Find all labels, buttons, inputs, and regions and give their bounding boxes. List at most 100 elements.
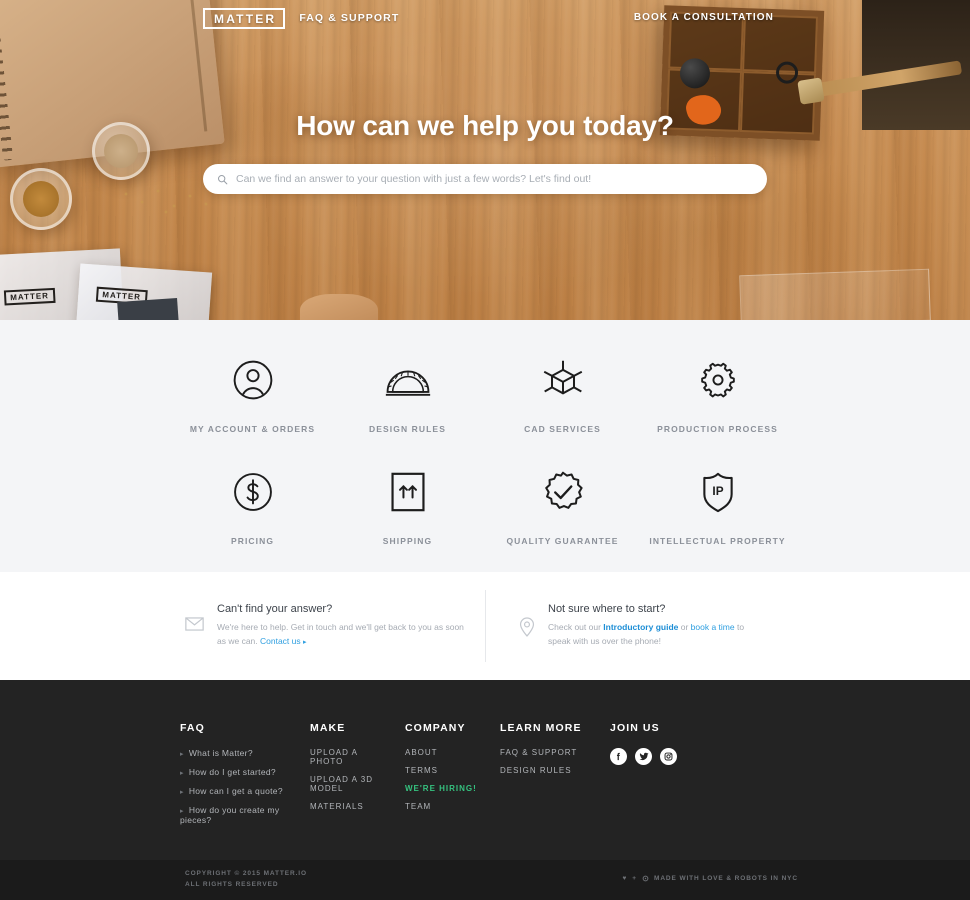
help-panel-text: Not sure where to start? Check out our I… [548, 603, 769, 649]
footer-column-make: MAKE UPLOAD A PHOTO UPLOAD A 3D MODEL MA… [310, 722, 405, 834]
footer-heading: COMPANY [405, 722, 466, 734]
footer: FAQ ▸ What is Matter? ▸ How do I get start… [0, 680, 970, 860]
footer-link[interactable]: ▸ How do you create my pieces? [180, 805, 288, 825]
search-input[interactable] [236, 173, 753, 185]
category-production-process[interactable]: PRODUCTION PROCESS [640, 352, 795, 434]
protractor-icon [330, 352, 485, 408]
contact-us-link[interactable]: Contact us [260, 636, 301, 646]
help-panel-text: Can't find your answer? We're here to he… [217, 603, 469, 649]
help-panel-getting-started: Not sure where to start? Check out our I… [485, 603, 785, 649]
footer-link-label: How do I get started? [188, 767, 276, 777]
twitter-icon[interactable] [635, 748, 652, 765]
photo-prop-hand [300, 294, 378, 320]
gear-icon [642, 875, 649, 882]
link-caret: ▸ [303, 639, 307, 647]
search-icon [217, 174, 228, 184]
footer-columns: FAQ ▸ What is Matter? ▸ How do I get start… [180, 680, 790, 834]
category-label: PRODUCTION PROCESS [657, 424, 778, 434]
footer-heading: JOIN US [610, 722, 660, 734]
social-links [610, 748, 698, 765]
category-label: INTELLECTUAL PROPERTY [649, 536, 786, 546]
footer-link-hiring[interactable]: WE'RE HIRING! [405, 784, 478, 793]
footer-link[interactable]: TEAM [405, 802, 478, 811]
category-label: PRICING [230, 536, 275, 546]
caret-icon: ▸ [180, 789, 184, 796]
hero-content: How can we help you today? [0, 110, 970, 194]
category-label: MY ACCOUNT & ORDERS [189, 424, 316, 434]
footer-link-label: How can I get a quote? [188, 786, 283, 796]
instagram-icon[interactable] [660, 748, 677, 765]
category-grid: MY ACCOUNT & ORDERS DESIGN RULES CAD SER… [175, 352, 795, 546]
cube-3d-icon [485, 352, 640, 408]
made-with-text: MADE WITH LOVE & ROBOTS IN NYC [654, 875, 798, 882]
footer-link[interactable]: UPLOAD A PHOTO [310, 748, 383, 766]
bag-logo-label: MATTER [3, 287, 56, 306]
photo-prop-dark-object [117, 297, 179, 320]
category-label: DESIGN RULES [369, 424, 446, 434]
help-body-text: Check out our [548, 622, 604, 633]
footer-heading: FAQ [180, 722, 205, 734]
footer-link[interactable]: FAQ & SUPPORT [500, 748, 588, 757]
dollar-circle-icon [175, 464, 330, 520]
copyright-text: COPYRIGHT © 2015 MATTER.IO ALL RIGHTS RE… [185, 869, 307, 890]
footer-link[interactable]: DESIGN RULES [500, 766, 588, 775]
footer-heading: MAKE [310, 722, 346, 734]
category-quality-guarantee[interactable]: QUALITY GUARANTEE [485, 464, 640, 546]
help-section: Can't find your answer? We're here to he… [0, 572, 970, 680]
panel-divider [485, 590, 486, 662]
help-heading: Can't find your answer? [217, 603, 333, 616]
introductory-guide-link[interactable]: Introductory guide [603, 622, 678, 632]
envelope-icon [185, 603, 204, 649]
check-badge-icon [485, 464, 640, 520]
book-a-time-link[interactable]: book a time [691, 622, 735, 632]
search-bar[interactable] [203, 164, 767, 194]
footer-link[interactable]: ▸ How can I get a quote? [180, 786, 288, 796]
footer-column-faq: FAQ ▸ What is Matter? ▸ How do I get start… [180, 722, 310, 834]
footer-link[interactable]: TERMS [405, 766, 478, 775]
category-my-account-orders[interactable]: MY ACCOUNT & ORDERS [175, 352, 330, 434]
help-heading: Not sure where to start? [548, 603, 666, 616]
footer-column-join-us: JOIN US [610, 722, 720, 834]
user-circle-icon [175, 352, 330, 408]
caret-icon: ▸ [180, 751, 184, 758]
footer-column-learn-more: LEARN MORE FAQ & SUPPORT DESIGN RULES [500, 722, 610, 834]
help-body: Check out our Introductory guide or book… [548, 620, 769, 648]
footer-link[interactable]: MATERIALS [310, 802, 383, 811]
copyright-line-2: ALL RIGHTS RESERVED [185, 880, 279, 888]
footer-column-company: COMPANY ABOUT TERMS WE'RE HIRING! TEAM [405, 722, 500, 834]
help-panel-contact: Can't find your answer? We're here to he… [185, 603, 485, 649]
help-body-text: We're here to help. Get in touch and we'… [217, 622, 464, 647]
footer-link[interactable]: ▸ What is Matter? [180, 748, 288, 758]
copyright-bar: COPYRIGHT © 2015 MATTER.IO ALL RIGHTS RE… [0, 860, 970, 900]
shield-ip-icon: IP [640, 464, 795, 520]
map-pin-icon [519, 603, 535, 649]
footer-link[interactable]: UPLOAD A 3D MODEL [310, 775, 383, 793]
category-label: SHIPPING [382, 536, 433, 546]
made-with-credit: ♥ + MADE WITH LOVE & ROBOTS IN NYC [623, 875, 798, 882]
help-body-conjunction: or [678, 622, 691, 633]
copyright-line-1: COPYRIGHT © 2015 MATTER.IO [185, 870, 307, 877]
top-navigation: MATTER FAQ & SUPPORT [0, 0, 970, 36]
nav-section-label[interactable]: FAQ & SUPPORT [299, 12, 399, 24]
gear-icon [640, 352, 795, 408]
matter-logo[interactable]: MATTER [203, 7, 286, 29]
hero-section: MATTER MATTER MATTER FAQ & SUPPORT BOOK … [0, 0, 970, 320]
category-intellectual-property[interactable]: IP INTELLECTUAL PROPERTY [640, 464, 795, 546]
category-label: CAD SERVICES [524, 424, 601, 434]
category-cad-services[interactable]: CAD SERVICES [485, 352, 640, 434]
page-title: How can we help you today? [296, 110, 674, 141]
footer-link[interactable]: ▸ How do I get started? [180, 767, 288, 777]
plus-sign: + [632, 875, 637, 882]
photo-prop-clear-sheet [739, 268, 931, 320]
svg-text:IP: IP [712, 484, 723, 498]
footer-link[interactable]: ABOUT [405, 748, 478, 757]
category-shipping[interactable]: SHIPPING [330, 464, 485, 546]
this-side-up-box-icon [330, 464, 485, 520]
caret-icon: ▸ [180, 808, 184, 815]
footer-link-label: How do you create my pieces? [180, 805, 280, 825]
facebook-icon[interactable] [610, 748, 627, 765]
category-design-rules[interactable]: DESIGN RULES [330, 352, 485, 434]
heart-icon: ♥ [622, 875, 628, 882]
footer-link-label: What is Matter? [188, 748, 253, 758]
category-pricing[interactable]: PRICING [175, 464, 330, 546]
